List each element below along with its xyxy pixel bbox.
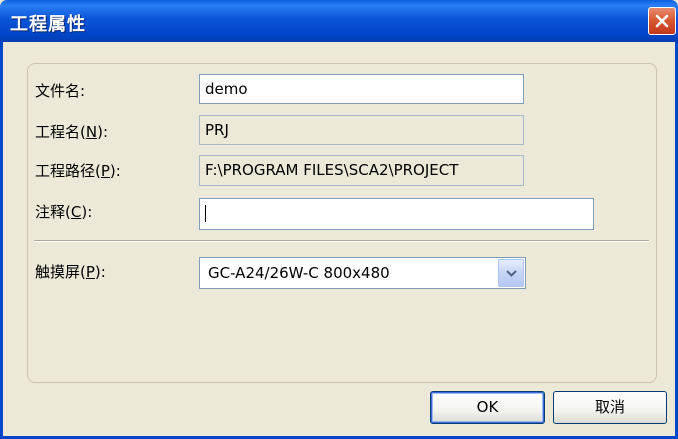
project-name-label-prefix: 工程名( xyxy=(35,123,86,141)
dialog-window: 工程属性 文件名: demo 工程名(N): PRJ 工程路径(P): F:\P… xyxy=(0,0,678,439)
comment-input[interactable] xyxy=(199,198,594,230)
project-name-label: 工程名(N): xyxy=(35,121,108,142)
touchscreen-label: 触摸屏(P): xyxy=(35,261,106,282)
project-path-field: F:\PROGRAM FILES\SCA2\PROJECT xyxy=(199,155,524,186)
comment-label: 注释(C): xyxy=(35,201,92,222)
filename-input[interactable]: demo xyxy=(199,74,524,104)
ok-button[interactable]: OK xyxy=(430,391,545,424)
project-path-label: 工程路径(P): xyxy=(35,160,121,181)
project-path-mnemonic: P xyxy=(100,162,110,180)
touchscreen-label-suffix: ): xyxy=(94,263,106,281)
project-path-label-prefix: 工程路径( xyxy=(35,162,101,180)
dropdown-button[interactable] xyxy=(498,259,524,287)
comment-label-suffix: ): xyxy=(81,203,93,221)
project-path-label-suffix: ): xyxy=(109,162,121,180)
comment-mnemonic: C xyxy=(70,203,82,221)
close-button[interactable] xyxy=(648,7,676,35)
text-caret xyxy=(205,205,206,222)
section-divider xyxy=(34,240,649,242)
touchscreen-mnemonic: P xyxy=(85,263,95,281)
comment-label-prefix: 注释( xyxy=(35,203,71,221)
window-border-left xyxy=(0,42,3,439)
project-name-mnemonic: N xyxy=(85,123,98,141)
close-icon xyxy=(655,14,669,28)
project-name-label-suffix: ): xyxy=(97,123,108,141)
dialog-title: 工程属性 xyxy=(10,14,86,35)
touchscreen-label-prefix: 触摸屏( xyxy=(35,263,86,281)
touchscreen-select[interactable]: GC-A24/26W-C 800x480 xyxy=(199,257,526,289)
cancel-button[interactable]: 取消 xyxy=(553,391,667,424)
project-name-field: PRJ xyxy=(199,115,524,145)
chevron-down-icon xyxy=(506,270,517,277)
touchscreen-selected-value: GC-A24/26W-C 800x480 xyxy=(208,264,390,282)
title-bar[interactable]: 工程属性 xyxy=(0,0,678,42)
filename-label: 文件名: xyxy=(35,82,86,100)
